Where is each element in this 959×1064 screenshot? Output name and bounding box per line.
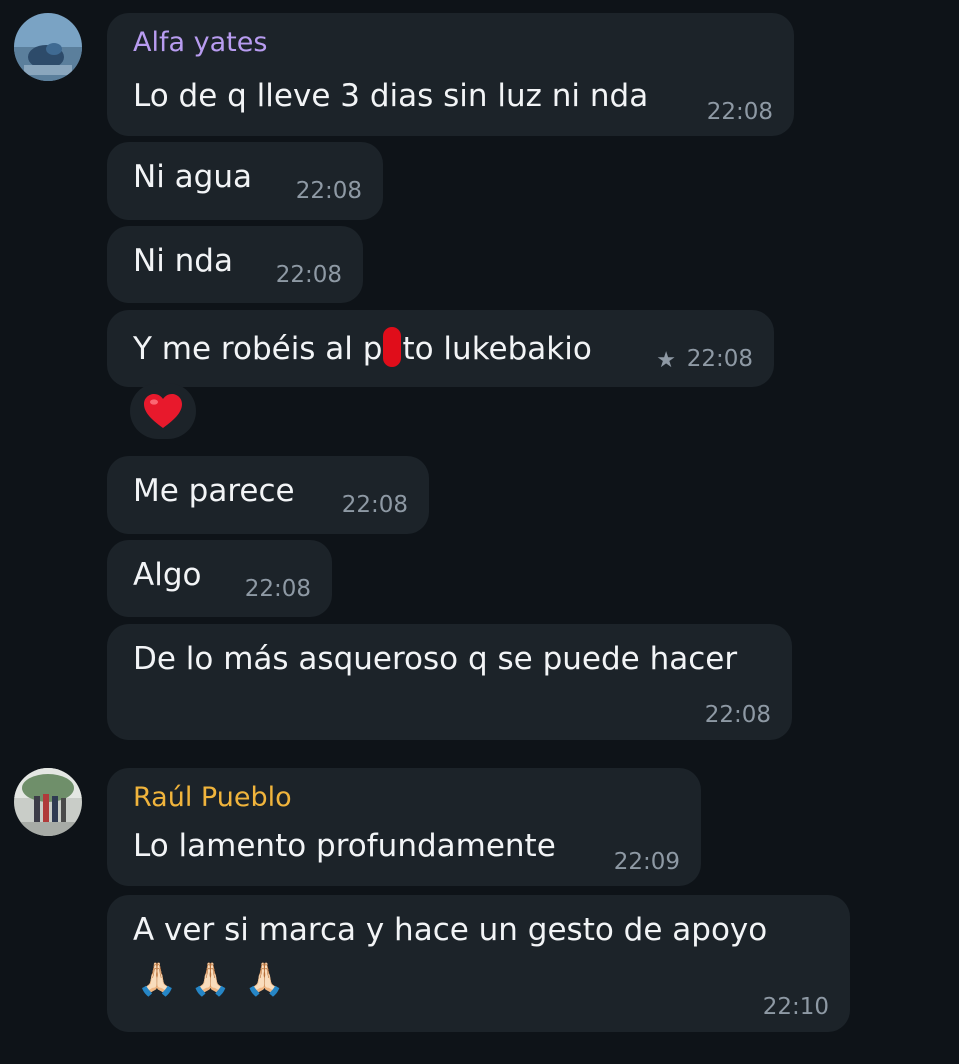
message-time: 22:08	[244, 576, 311, 602]
message-bubble[interactable]: Alfa yates Lo de q lleve 3 dias sin luz …	[107, 13, 794, 136]
message-bubble[interactable]: A ver si marca y hace un gesto de apoyo …	[107, 895, 850, 1032]
message-text-part: Y me robéis al p	[133, 331, 383, 367]
message-bubble[interactable]: Ni agua 22:08	[107, 142, 383, 220]
message-text: Ni nda	[133, 243, 233, 279]
avatar-alfa-yates[interactable]	[14, 13, 82, 81]
message-text-part: to lukebakio	[402, 331, 592, 367]
heart-emoji-icon	[144, 394, 182, 428]
message-text: Y me robéis al p to lukebakio	[133, 327, 592, 367]
message-bubble[interactable]: Y me robéis al p to lukebakio ★ 22:08	[107, 310, 774, 387]
sender-name[interactable]: Raúl Pueblo	[133, 782, 292, 813]
message-bubble[interactable]: Raúl Pueblo Lo lamento profundamente 22:…	[107, 768, 701, 886]
message-bubble[interactable]: Me parece 22:08	[107, 456, 429, 534]
message-time: 22:08	[706, 99, 773, 125]
message-bubble[interactable]: Ni nda 22:08	[107, 226, 363, 303]
message-time: 22:08	[295, 178, 362, 204]
message-bubble[interactable]: Algo 22:08	[107, 540, 332, 617]
message-text: Me parece	[133, 473, 295, 509]
message-time: 22:08	[704, 702, 771, 728]
message-time: 22:08	[275, 262, 342, 288]
sender-name[interactable]: Alfa yates	[133, 27, 267, 58]
message-time: 22:08	[686, 346, 753, 372]
message-time: 22:09	[613, 849, 680, 875]
message-text: A ver si marca y hace un gesto de apoyo	[133, 912, 768, 948]
redaction-mark	[383, 327, 402, 367]
reaction-chip[interactable]	[130, 383, 196, 439]
message-time: 22:10	[762, 994, 829, 1020]
message-text: Lo de q lleve 3 dias sin luz ni nda	[133, 78, 649, 114]
praying-hands-emoji: 🙏🏻🙏🏻🙏🏻	[137, 960, 299, 998]
chat-view: Alfa yates Lo de q lleve 3 dias sin luz …	[0, 0, 959, 1064]
avatar-raul-pueblo[interactable]	[14, 768, 82, 836]
star-icon: ★	[656, 348, 676, 373]
message-text: Ni agua	[133, 159, 252, 195]
message-time: 22:08	[341, 492, 408, 518]
message-text: Lo lamento profundamente	[133, 828, 556, 864]
message-bubble[interactable]: De lo más asqueroso q se puede hacer 22:…	[107, 624, 792, 740]
message-text: Algo	[133, 557, 202, 593]
message-text: De lo más asqueroso q se puede hacer	[133, 641, 738, 677]
